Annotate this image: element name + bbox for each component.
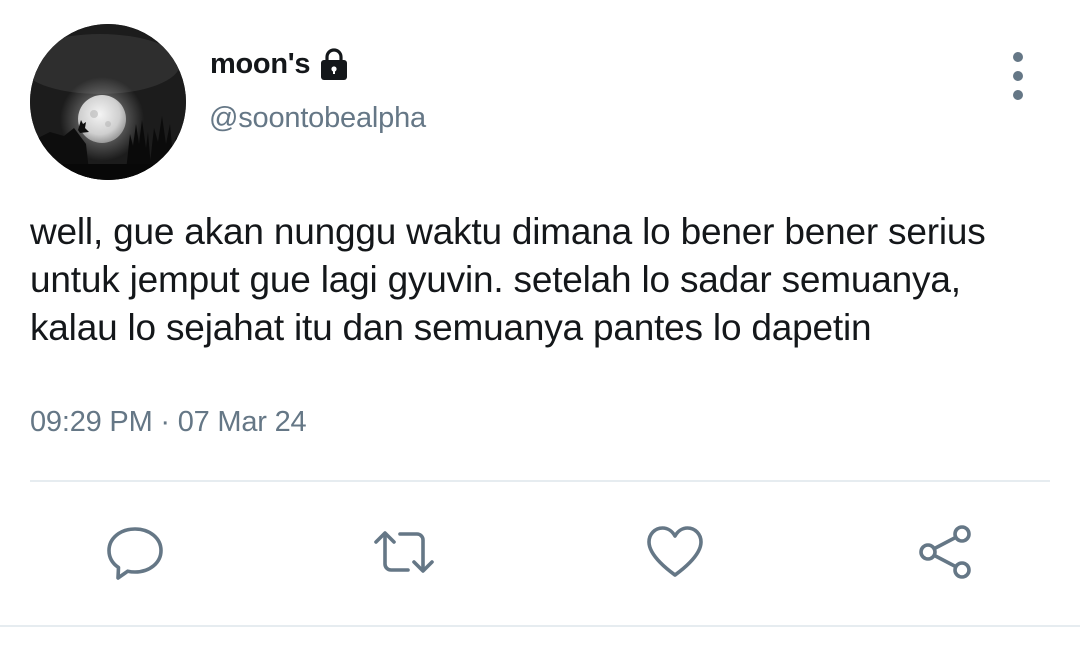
reply-button[interactable]	[103, 520, 167, 584]
more-vertical-icon-dot	[1013, 71, 1023, 81]
more-vertical-icon	[1013, 52, 1023, 62]
share-icon	[919, 525, 971, 579]
heart-icon	[647, 526, 703, 577]
tweet-timestamp[interactable]: 09:29 PM · 07 Mar 24	[30, 406, 307, 439]
retweet-button[interactable]	[372, 520, 436, 584]
more-options-button[interactable]	[998, 52, 1038, 100]
tweet-text-line: kalau lo sejahat itu dan semuanya pantes…	[30, 307, 872, 348]
display-name[interactable]: moon's	[210, 48, 310, 81]
tweet-text-line: untuk jemput gue lagi gyuvin. setelah lo…	[30, 259, 961, 300]
tweet-text: well, gue akan nunggu waktu dimana lo be…	[30, 208, 1070, 352]
lock-icon	[318, 47, 350, 81]
share-button[interactable]	[913, 520, 977, 584]
display-name-row: moon's	[210, 44, 350, 84]
more-vertical-icon-dot	[1013, 90, 1023, 100]
divider	[30, 480, 1050, 482]
bottom-divider	[0, 625, 1080, 627]
user-handle[interactable]: @soontobealpha	[209, 102, 426, 135]
avatar-image	[30, 24, 186, 180]
like-button[interactable]	[643, 520, 707, 584]
avatar[interactable]	[30, 24, 186, 180]
reply-icon	[107, 527, 163, 580]
retweet-icon	[374, 531, 434, 573]
tweet-text-line: well, gue akan nunggu waktu dimana lo be…	[30, 211, 986, 252]
